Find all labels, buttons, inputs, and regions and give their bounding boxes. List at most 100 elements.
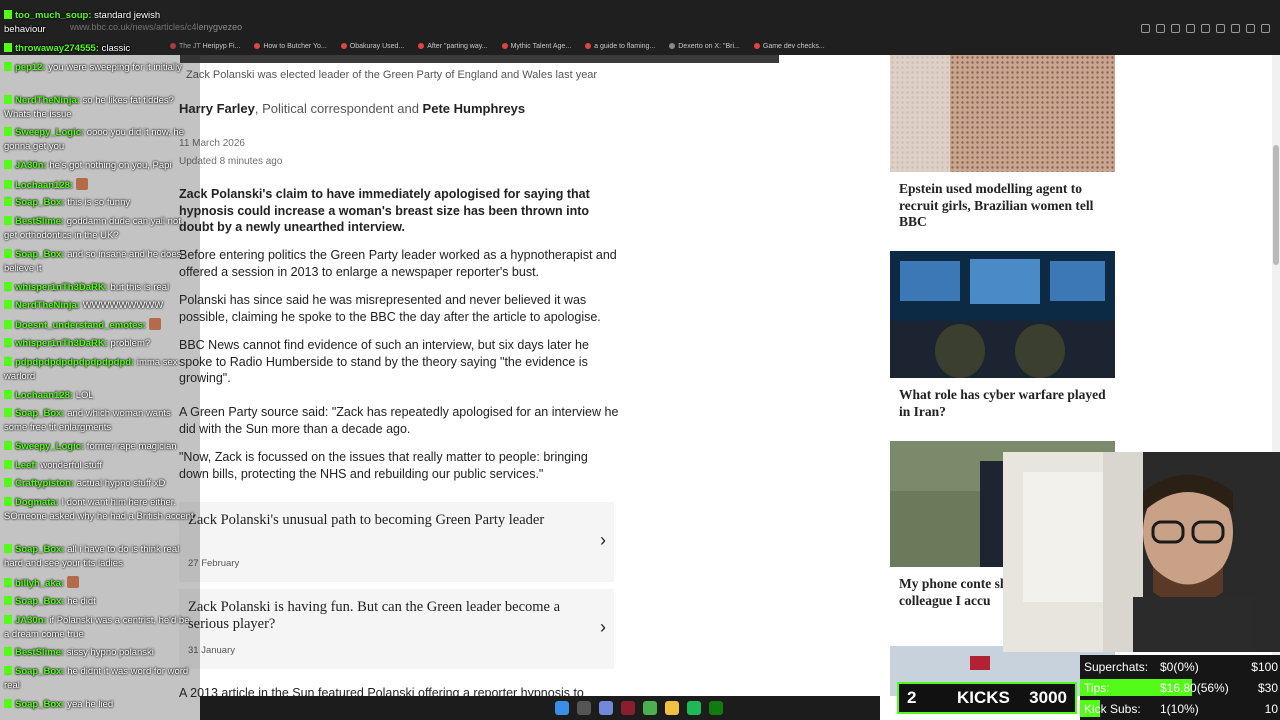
paragraph: Polanski has since said he was misrepres… (179, 293, 601, 324)
chat-message: whisper1nTh3DaRK: problem? (4, 337, 196, 351)
kick-badge-icon (4, 282, 12, 291)
kicks-count: 2 (907, 688, 917, 707)
kicks-label: KICKS (957, 688, 1010, 707)
chevron-right-icon: › (600, 617, 606, 637)
kick-badge-icon (4, 460, 12, 469)
chat-message: Craftypiston: actual hypno stuff xD (4, 477, 196, 491)
chat-message: Lochaan128: (4, 178, 196, 193)
goal-row-superchats: Superchats: $0(0%) $100 (1084, 660, 1278, 674)
paragraph: "Now, Zack is focussed on the issues tha… (179, 450, 588, 481)
chat-message: Sweepy_Logic: former rape magician (4, 440, 196, 454)
chat-message: billyh_aka: (4, 576, 196, 591)
app-icon[interactable] (621, 701, 635, 715)
story-thumbnail[interactable] (890, 251, 1115, 378)
kick-badge-icon (4, 216, 12, 225)
kick-badge-icon (4, 497, 12, 506)
chat-message: too_much_soup: standard jewish behaviour (4, 10, 161, 35)
bookmark-star-icon[interactable] (1186, 24, 1195, 33)
shield-icon[interactable] (1201, 24, 1210, 33)
kick-badge-icon (4, 197, 12, 206)
kick-badge-icon (4, 408, 12, 417)
folder-icon[interactable] (665, 701, 679, 715)
chevron-right-icon: › (600, 530, 606, 550)
chat-message: Soap_Box: he didt (4, 595, 196, 609)
zoom-icon[interactable] (1156, 24, 1165, 33)
chat-message: JA30n: if Polanski was a centrist, he'd … (4, 615, 190, 640)
image-caption: Zack Polanski was elected leader of the … (186, 69, 598, 81)
chat-message: Soap_Box: and so insane and he does beli… (4, 249, 182, 274)
goal-row-tips: Tips: $16.80(56%) $30 (1080, 678, 1280, 698)
paragraph: BBC News cannot find evidence of such an… (179, 338, 589, 385)
chat-message: Lochaan128: LOL (4, 389, 196, 403)
chat-message: Soap_Box: this is so funny (4, 196, 196, 210)
bookmark[interactable]: Dexerto on X: "Bri... (669, 40, 740, 52)
chrome-icon[interactable] (643, 701, 657, 715)
related-article-link[interactable]: Zack Polanski is having fun. But can the… (179, 589, 614, 669)
paragraph: A Green Party source said: "Zack has rep… (179, 405, 619, 436)
bookmark[interactable]: a guide to flaming... (585, 40, 655, 52)
kick-badge-icon (4, 578, 12, 587)
chat-message: NerdTheNinja: WWWWWWWWW (4, 299, 196, 313)
article-hero-image (180, 55, 779, 63)
story-thumbnail[interactable] (890, 55, 1115, 172)
kick-badge-icon (4, 127, 12, 136)
chat-message: Soap_Box: yea he lied (4, 698, 196, 712)
scrollbar-thumb[interactable] (1273, 145, 1279, 265)
chat-message: Soap_Box: and which woman wants some fre… (4, 408, 171, 433)
kick-badge-icon (4, 441, 12, 450)
chat-message: Leef: wonderful stuff (4, 459, 196, 473)
discord-icon[interactable] (599, 701, 613, 715)
play-icon[interactable] (1216, 24, 1225, 33)
extension-icon[interactable] (1141, 24, 1150, 33)
related-title: Zack Polanski's unusual path to becoming… (188, 512, 545, 528)
heart-icon[interactable] (1231, 24, 1240, 33)
taskbar-icons (555, 701, 723, 715)
chat-message: Sweepy_Logic: oooo you did it now, he go… (4, 127, 184, 152)
related-article-link[interactable]: Zack Polanski's unusual path to becoming… (179, 502, 614, 582)
goal-row-kick-subs: Kick Subs: 1(10%) 10 (1080, 699, 1280, 719)
chat-message: BestSlime: goddamn dude can yall not get… (4, 216, 181, 241)
bookmark[interactable]: How to Butcher Yo... (254, 40, 327, 52)
kick-badge-icon (4, 615, 12, 624)
kick-badge-icon (4, 357, 12, 366)
download-icon[interactable] (1246, 24, 1255, 33)
author-name[interactable]: Pete Humphreys (423, 101, 526, 116)
kick-badge-icon (4, 647, 12, 656)
share-icon[interactable] (1171, 24, 1180, 33)
menu-icon[interactable] (1261, 24, 1270, 33)
kick-badge-icon (4, 320, 12, 329)
chat-message: Dogmata: I dont want him here either. SO… (4, 497, 194, 522)
kick-badge-icon (4, 338, 12, 347)
story-headline[interactable]: Epstein used modelling agent to recruit … (899, 181, 1109, 231)
stream-chat: too_much_soup: standard jewish behaviour… (0, 0, 200, 720)
chat-message: JA30n: he's got nothing on you, Papi (4, 159, 196, 173)
kick-badge-icon (4, 10, 12, 19)
bookmark[interactable]: Mythic Talent Age... (501, 40, 571, 52)
chat-message: NerdTheNinja: so he likes fat tiddes? Wh… (4, 95, 174, 120)
bookmark[interactable]: Game dev checks... (753, 40, 825, 52)
chat-message: pep12: you were sweeping for it initiall… (4, 61, 196, 75)
kick-badge-icon (4, 95, 12, 104)
windows-taskbar (200, 696, 880, 720)
chat-message: throwaway274555: classic (4, 42, 196, 56)
bookmark[interactable]: After "parting way... (418, 40, 488, 52)
kick-badge-icon (4, 43, 12, 52)
webcam-feed (1003, 452, 1280, 652)
kick-badge-icon (4, 596, 12, 605)
paragraph: Before entering politics the Green Party… (179, 248, 617, 279)
emote-icon (76, 178, 89, 190)
chat-message: whisper1nTh3DaRK: but this is real (4, 281, 196, 295)
windows-start-icon[interactable] (555, 701, 569, 715)
byline: Harry Farley, Political correspondent an… (179, 101, 526, 116)
kick-badge-icon (4, 390, 12, 399)
donation-goals-widget: Superchats: $0(0%) $100 Tips: $16.80(56%) $3… (1080, 655, 1280, 720)
kick-badge-icon (4, 180, 12, 189)
kick-badge-icon (4, 699, 12, 708)
bookmark[interactable]: Obakuray Used... (340, 40, 404, 52)
kicks-goal: 3000 (1029, 688, 1067, 707)
search-icon[interactable] (577, 701, 591, 715)
emote-icon (148, 318, 161, 330)
xbox-icon[interactable] (709, 701, 723, 715)
spotify-icon[interactable] (687, 701, 701, 715)
story-headline[interactable]: What role has cyber warfare played in Ir… (899, 387, 1109, 420)
